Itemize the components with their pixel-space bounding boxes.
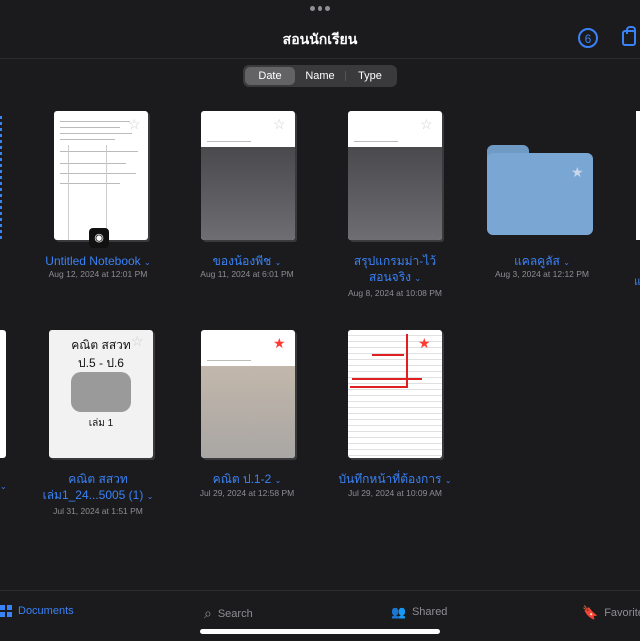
partial-item-left-thumbnail[interactable] (0, 330, 6, 458)
document-thumbnail-untitled-notebook[interactable]: ☆ (54, 111, 148, 240)
sort-type-button[interactable]: Type (345, 67, 395, 85)
tab-documents[interactable]: Documents (0, 605, 74, 617)
favorite-star-icon[interactable]: ★ (571, 165, 584, 179)
folder-icon[interactable]: ★ (487, 145, 593, 235)
document-thumbnail-item-6[interactable]: ★ (201, 330, 295, 458)
favorite-star-icon[interactable]: ☆ (131, 334, 144, 348)
favorite-star-icon[interactable]: ★ (273, 336, 286, 350)
favorite-star-icon[interactable]: ☆ (273, 117, 286, 131)
top-bar: สอนนักเรียน 6 (0, 0, 640, 58)
item-name[interactable]: คณิต ป.1-2 ⌄ (172, 471, 322, 489)
item-date: Aug 12, 2024 at 12:01 PM (48, 269, 148, 279)
cover-volume: เล่ม 1 (88, 418, 114, 429)
sort-date-button[interactable]: Date (245, 67, 295, 85)
people-icon: 👥 (391, 605, 406, 619)
sort-name-button[interactable]: Name (295, 67, 345, 85)
shopping-bag-icon[interactable] (622, 26, 636, 46)
home-indicator (200, 629, 440, 634)
partial-chevron-icon: ⌄ (0, 482, 7, 491)
tab-search[interactable]: ⌕ Search (204, 605, 253, 622)
document-thumbnail-item-5[interactable]: คณิต สสวท ป.5 - ป.6 เล่ม 1 ☆ (49, 330, 153, 458)
item-date: Jul 29, 2024 at 10:09 AM (347, 488, 443, 498)
item-date: Jul 31, 2024 at 1:51 PM (53, 506, 143, 516)
document-thumbnail-item-2[interactable]: ☆ (201, 111, 295, 240)
favorite-star-icon[interactable]: ★ (418, 336, 431, 350)
favorite-star-icon[interactable]: ☆ (420, 117, 433, 131)
cover-illustration (71, 372, 131, 412)
tab-search-label: Search (217, 607, 253, 620)
item-date: Aug 8, 2024 at 10:08 PM (347, 288, 443, 298)
sort-segmented-control: Date Name Type (243, 65, 397, 87)
partial-item-left-edge[interactable] (0, 116, 2, 240)
page-title: สอนนักเรียน (282, 31, 358, 47)
item-name[interactable]: คณิต สสวท เล่ม1_24...5005 (1) ⌄ (23, 471, 173, 505)
multitasking-dots-icon[interactable] (310, 6, 331, 12)
document-thumbnail-item-7[interactable]: ★ (348, 330, 442, 458)
item-name[interactable]: สรุปแกรมม่า-ไว้ สอนจริง ⌄ (320, 253, 470, 287)
counter-badge-icon[interactable]: 6 (578, 28, 598, 48)
tab-favorites-label: Favorites (604, 607, 640, 619)
item-name[interactable]: บันทึกหน้าที่ต้องการ ⌄ (320, 471, 470, 489)
tab-documents-label: Documents (18, 605, 74, 617)
favorite-star-icon[interactable]: ☆ (128, 117, 141, 131)
tab-favorites[interactable]: 🔖 Favorites (582, 605, 640, 621)
collaboration-icon: ◉ (89, 228, 109, 248)
cover-subtitle: ป.5 - ป.6 (78, 356, 124, 370)
search-icon: ⌕ (204, 605, 212, 621)
tab-shared[interactable]: 👥 Shared (391, 605, 447, 619)
item-date: Aug 11, 2024 at 6:01 PM (200, 269, 294, 279)
partial-item-right-label: แ (634, 276, 640, 288)
item-date: Jul 29, 2024 at 12:58 PM (199, 488, 295, 498)
tab-shared-label: Shared (411, 606, 448, 618)
header-divider (0, 58, 640, 59)
grid-icon (0, 605, 12, 617)
partial-item-right-thumbnail[interactable] (636, 111, 640, 240)
bookmark-star-icon: 🔖 (582, 605, 599, 620)
item-date: Aug 3, 2024 at 12:12 PM (494, 269, 590, 279)
document-thumbnail-item-3[interactable]: ☆ (348, 111, 442, 240)
